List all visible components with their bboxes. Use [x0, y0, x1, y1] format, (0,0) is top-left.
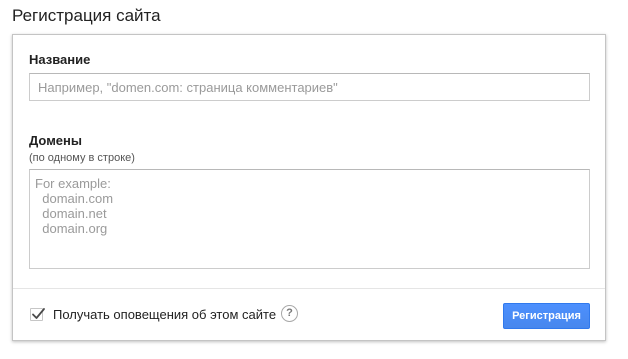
notify-checkbox[interactable]: [30, 308, 45, 321]
checkmark-icon: [32, 308, 45, 319]
domains-label: Домены: [29, 133, 82, 148]
register-button[interactable]: Регистрация: [503, 303, 590, 329]
domains-hint: (по одному в строке): [29, 152, 135, 164]
page-title: Регистрация сайта: [12, 6, 161, 25]
help-icon[interactable]: ?: [281, 305, 298, 322]
notify-label[interactable]: Получать оповещения об этом сайте: [53, 307, 276, 323]
form-footer: Получать оповещения об этом сайте ? Реги…: [13, 288, 605, 341]
site-name-input[interactable]: [29, 73, 590, 101]
site-name-label: Название: [29, 52, 91, 67]
domains-textarea[interactable]: [29, 169, 590, 269]
registration-form: Название Домены (по одному в строке) Пол…: [12, 34, 606, 341]
